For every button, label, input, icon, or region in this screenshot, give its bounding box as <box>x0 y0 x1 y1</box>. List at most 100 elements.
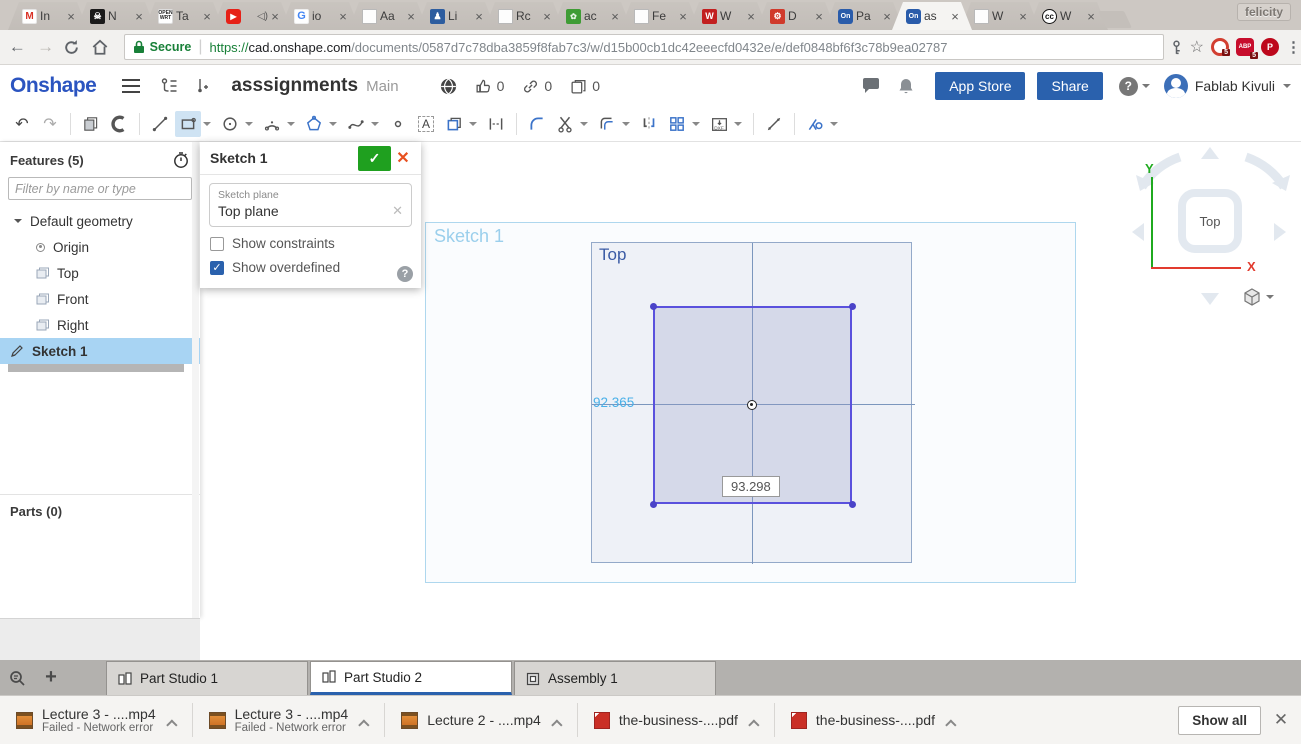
reload-icon[interactable] <box>63 39 85 56</box>
browser-tab-active[interactable]: On as × <box>892 2 972 30</box>
show-all-downloads-button[interactable]: Show all <box>1178 705 1261 735</box>
tab-part-studio-1[interactable]: Part Studio 1 <box>106 661 308 695</box>
browser-tab[interactable]: ♟ Li × <box>416 2 496 30</box>
help-caret-icon[interactable] <box>1141 84 1150 92</box>
close-downloads-bar-icon[interactable] <box>1261 710 1301 730</box>
download-item[interactable]: Lecture 3 - ....mp4 Failed - Network erro… <box>0 696 192 744</box>
tree-item-default-geometry[interactable]: Default geometry <box>0 208 200 234</box>
show-overdefined-row[interactable]: Show overdefined <box>210 260 411 275</box>
circle-menu-caret-icon[interactable] <box>245 122 253 130</box>
tab-close-icon[interactable]: × <box>1084 9 1098 24</box>
tab-close-icon[interactable]: × <box>540 9 554 24</box>
download-menu-chevron-icon[interactable] <box>358 719 370 731</box>
sketch-rectangle-icon[interactable] <box>175 111 201 137</box>
help-icon[interactable] <box>1118 76 1138 96</box>
likes-stat[interactable]: 0 <box>475 78 504 95</box>
rotate-down-arrow-icon[interactable] <box>1201 293 1219 305</box>
clear-selection-icon[interactable] <box>392 203 403 219</box>
tab-part-studio-2[interactable]: Part Studio 2 <box>310 661 512 695</box>
tree-item-front[interactable]: Front <box>0 286 200 312</box>
tree-item-right[interactable]: Right <box>0 312 200 338</box>
browser-tab[interactable]: ☠ N × <box>76 2 156 30</box>
pinterest-extension-icon[interactable]: P <box>1260 38 1279 56</box>
download-menu-chevron-icon[interactable] <box>945 719 957 731</box>
adblock-extension-icon[interactable]: ABP 5 <box>1235 38 1258 59</box>
tab-close-icon[interactable]: × <box>472 9 486 24</box>
links-stat[interactable]: 0 <box>522 78 552 95</box>
browser-tab[interactable]: cc W × <box>1028 2 1108 30</box>
document-title[interactable]: asssignments <box>231 75 358 97</box>
dialog-help-icon[interactable] <box>397 266 413 282</box>
tab-close-icon[interactable]: × <box>608 9 622 24</box>
rectangle-menu-caret-icon[interactable] <box>203 122 211 130</box>
secure-label[interactable]: Secure <box>150 40 192 54</box>
tree-item-sketch1-selected[interactable]: Sketch 1 <box>0 338 200 364</box>
top-plane-face[interactable]: Top 92.365 93.298 <box>591 242 915 564</box>
download-menu-chevron-icon[interactable] <box>551 719 563 731</box>
pattern-icon[interactable] <box>664 111 690 137</box>
tab-close-icon[interactable]: × <box>336 9 350 24</box>
dimension-icon[interactable] <box>483 111 509 137</box>
copies-stat[interactable]: 0 <box>570 78 600 95</box>
sketch-plane-value[interactable]: Top plane <box>218 203 392 219</box>
tab-close-icon[interactable]: × <box>676 9 690 24</box>
use-convert-icon[interactable] <box>441 111 467 137</box>
show-overdefined-checkbox-checked[interactable] <box>210 260 224 275</box>
onetab-extension-icon[interactable]: 5 <box>1210 38 1230 56</box>
confirm-check-button[interactable] <box>358 145 391 171</box>
horizontal-scrollbar[interactable] <box>8 364 184 372</box>
app-store-button[interactable]: App Store <box>935 72 1026 100</box>
show-constraints-row[interactable]: Show constraints <box>210 236 411 251</box>
tab-close-icon[interactable]: × <box>404 9 418 24</box>
forward-icon[interactable] <box>34 37 56 57</box>
tab-close-icon[interactable]: × <box>948 9 962 24</box>
sketch-arc-icon[interactable] <box>259 111 285 137</box>
vertical-dimension-label[interactable]: 92.365 <box>593 395 634 410</box>
trim-menu-caret-icon[interactable] <box>580 122 588 130</box>
rotate-left-arrow-icon[interactable] <box>1132 223 1144 241</box>
browser-tab[interactable]: Rc × <box>484 2 564 30</box>
cancel-x-button[interactable] <box>391 148 415 168</box>
tree-item-origin[interactable]: Origin <box>0 234 200 260</box>
constraint-icon[interactable] <box>802 111 828 137</box>
rotate-up-arrow-icon[interactable] <box>1201 147 1219 159</box>
download-menu-chevron-icon[interactable] <box>165 719 178 731</box>
bookmark-star-icon[interactable] <box>1190 37 1204 57</box>
export-dxf-icon[interactable]: DXF <box>706 111 732 137</box>
tab-close-icon[interactable]: × <box>1016 9 1030 24</box>
download-item[interactable]: the-business-....pdf <box>775 696 971 744</box>
measure-icon[interactable] <box>761 111 787 137</box>
versions-tree-icon[interactable] <box>160 77 179 95</box>
trim-icon[interactable] <box>552 111 578 137</box>
back-icon[interactable] <box>6 37 28 57</box>
address-bar[interactable]: Secure | https://cad.onshape.com/documen… <box>123 34 1164 60</box>
branch-icon[interactable] <box>195 77 209 95</box>
home-icon[interactable] <box>91 38 113 56</box>
browser-tab[interactable]: Fe × <box>620 2 700 30</box>
add-element-icon[interactable] <box>34 660 68 695</box>
tab-close-icon[interactable]: × <box>268 9 282 24</box>
browser-tab[interactable]: W W × <box>688 2 768 30</box>
tab-audio-icon[interactable]: ◁) <box>257 11 268 22</box>
sketch-text-icon[interactable]: A <box>413 111 439 137</box>
redo-icon[interactable] <box>37 111 63 137</box>
browser-tab[interactable]: OPEN WRT Ta × <box>144 2 224 30</box>
user-name[interactable]: Fablab Kivuli <box>1195 78 1275 94</box>
browser-tab[interactable]: W × <box>960 2 1040 30</box>
rect-vertex[interactable] <box>848 302 856 310</box>
download-item[interactable]: Lecture 3 - ....mp4 Failed - Network erro… <box>193 696 385 744</box>
sketch-polygon-icon[interactable] <box>301 111 327 137</box>
feature-filter-input[interactable] <box>8 177 192 200</box>
browser-tab[interactable]: ▶ ◁) × <box>212 2 292 30</box>
constraint-menu-caret-icon[interactable] <box>830 122 838 130</box>
sketch-plane-field[interactable]: Sketch plane Top plane <box>209 183 412 227</box>
tab-assembly-1[interactable]: Assembly 1 <box>514 661 716 695</box>
browser-tab[interactable]: On Pa × <box>824 2 904 30</box>
dxf-menu-caret-icon[interactable] <box>734 122 742 130</box>
comment-icon[interactable] <box>861 77 881 95</box>
offset-icon[interactable] <box>594 111 620 137</box>
spline-menu-caret-icon[interactable] <box>371 122 379 130</box>
pattern-menu-caret-icon[interactable] <box>692 122 700 130</box>
view-cube-face[interactable]: Top <box>1178 189 1242 253</box>
notification-bell-icon[interactable] <box>897 77 915 96</box>
